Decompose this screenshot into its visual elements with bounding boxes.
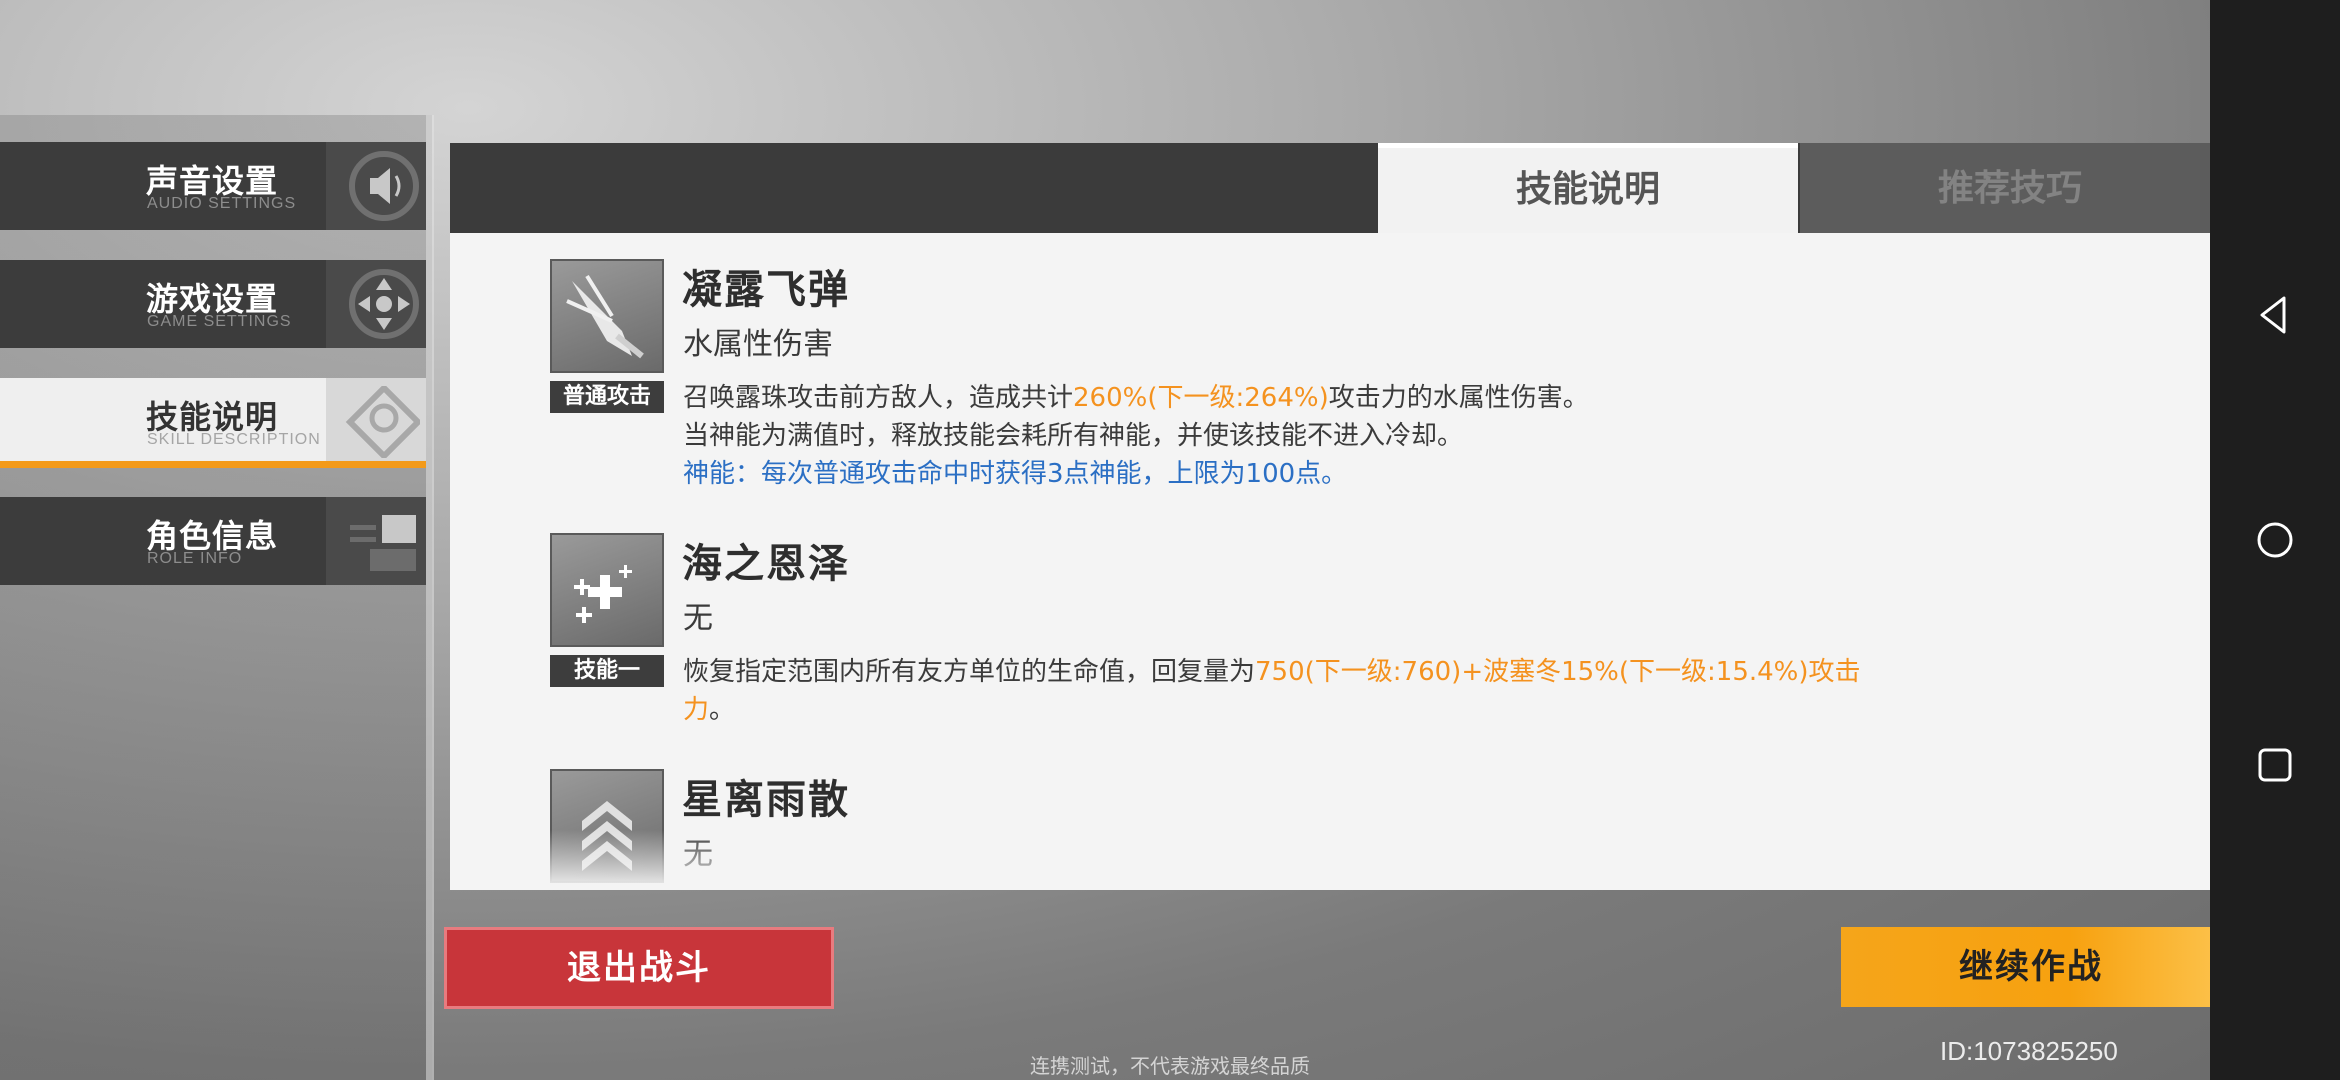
id-card-icon bbox=[350, 515, 416, 571]
menu-item-role-info[interactable]: 角色信息 ROLE INFO bbox=[0, 497, 426, 585]
tab-skill-description[interactable]: 技能说明 bbox=[1378, 143, 1798, 233]
missile-skill-icon bbox=[550, 259, 664, 373]
target-icon bbox=[345, 386, 420, 458]
user-id: ID:1073825250 bbox=[1940, 1036, 2118, 1066]
desc-highlight: 260%(下一级:264%) bbox=[1073, 383, 1329, 413]
system-nav-bar bbox=[2210, 0, 2340, 1080]
test-disclaimer: 连携测试，不代表游戏最终品质 bbox=[1030, 1054, 1310, 1078]
skill-list-panel[interactable]: 普通攻击 凝露飞弹 水属性伤害 召唤露珠攻击前方敌人，造成共计260%(下一级:… bbox=[450, 233, 2220, 890]
skill-tag: 技能一 bbox=[550, 655, 664, 687]
menu-item-skill-description[interactable]: 技能说明 SKILL DESCRIPTION bbox=[0, 378, 426, 468]
continue-battle-button[interactable]: 继续作战 bbox=[1841, 927, 2221, 1007]
skill-description: 恢复指定范围内所有友方单位的生命值，回复量为750(下一级:760)+波塞冬15… bbox=[683, 653, 1903, 729]
skill-tag: 普通攻击 bbox=[550, 381, 664, 413]
desc-text: 攻击力的水属性伤害。 bbox=[1328, 383, 1589, 413]
gamepad-icon bbox=[349, 269, 419, 339]
speaker-icon bbox=[349, 151, 419, 221]
menu-item-sublabel: SKILL DESCRIPTION bbox=[147, 431, 321, 448]
desc-note: 神能：每次普通攻击命中时获得3点神能，上限为100点。 bbox=[683, 459, 1348, 489]
heal-skill-icon bbox=[550, 533, 664, 647]
scroll-fade bbox=[450, 830, 2220, 890]
tab-recommended-tips[interactable]: 推荐技巧 bbox=[1800, 143, 2220, 233]
skill-name: 海之恩泽 bbox=[682, 541, 850, 587]
menu-item-sublabel: AUDIO SETTINGS bbox=[147, 195, 297, 212]
active-indicator bbox=[0, 461, 426, 468]
skill-type: 无 bbox=[683, 601, 713, 636]
tab-bar: 技能说明 推荐技巧 bbox=[450, 143, 2220, 233]
home-icon[interactable] bbox=[2250, 515, 2300, 565]
menu-item-sublabel: ROLE INFO bbox=[147, 550, 243, 567]
desc-text: 召唤露珠攻击前方敌人，造成共计 bbox=[683, 383, 1074, 413]
skill-description: 召唤露珠攻击前方敌人，造成共计260%(下一级:264%)攻击力的水属性伤害。 … bbox=[683, 379, 1903, 493]
menu-item-game-settings[interactable]: 游戏设置 GAME SETTINGS bbox=[0, 260, 426, 348]
recent-apps-icon[interactable] bbox=[2250, 740, 2300, 790]
exit-battle-button[interactable]: 退出战斗 bbox=[444, 927, 834, 1009]
desc-text: 。 bbox=[709, 695, 736, 725]
skill-type: 水属性伤害 bbox=[683, 327, 833, 362]
menu-item-sublabel: GAME SETTINGS bbox=[147, 313, 292, 330]
back-icon[interactable] bbox=[2250, 290, 2300, 340]
sidebar-divider bbox=[426, 115, 434, 1080]
skill-name: 星离雨散 bbox=[682, 777, 850, 823]
menu-item-audio-settings[interactable]: 声音设置 AUDIO SETTINGS bbox=[0, 142, 426, 230]
desc-text: 当神能为满值时，释放技能会耗所有神能，并使该技能不进入冷却。 bbox=[683, 421, 1464, 451]
skill-name: 凝露飞弹 bbox=[682, 267, 850, 313]
desc-text: 恢复指定范围内所有友方单位的生命值，回复量为 bbox=[683, 657, 1256, 687]
